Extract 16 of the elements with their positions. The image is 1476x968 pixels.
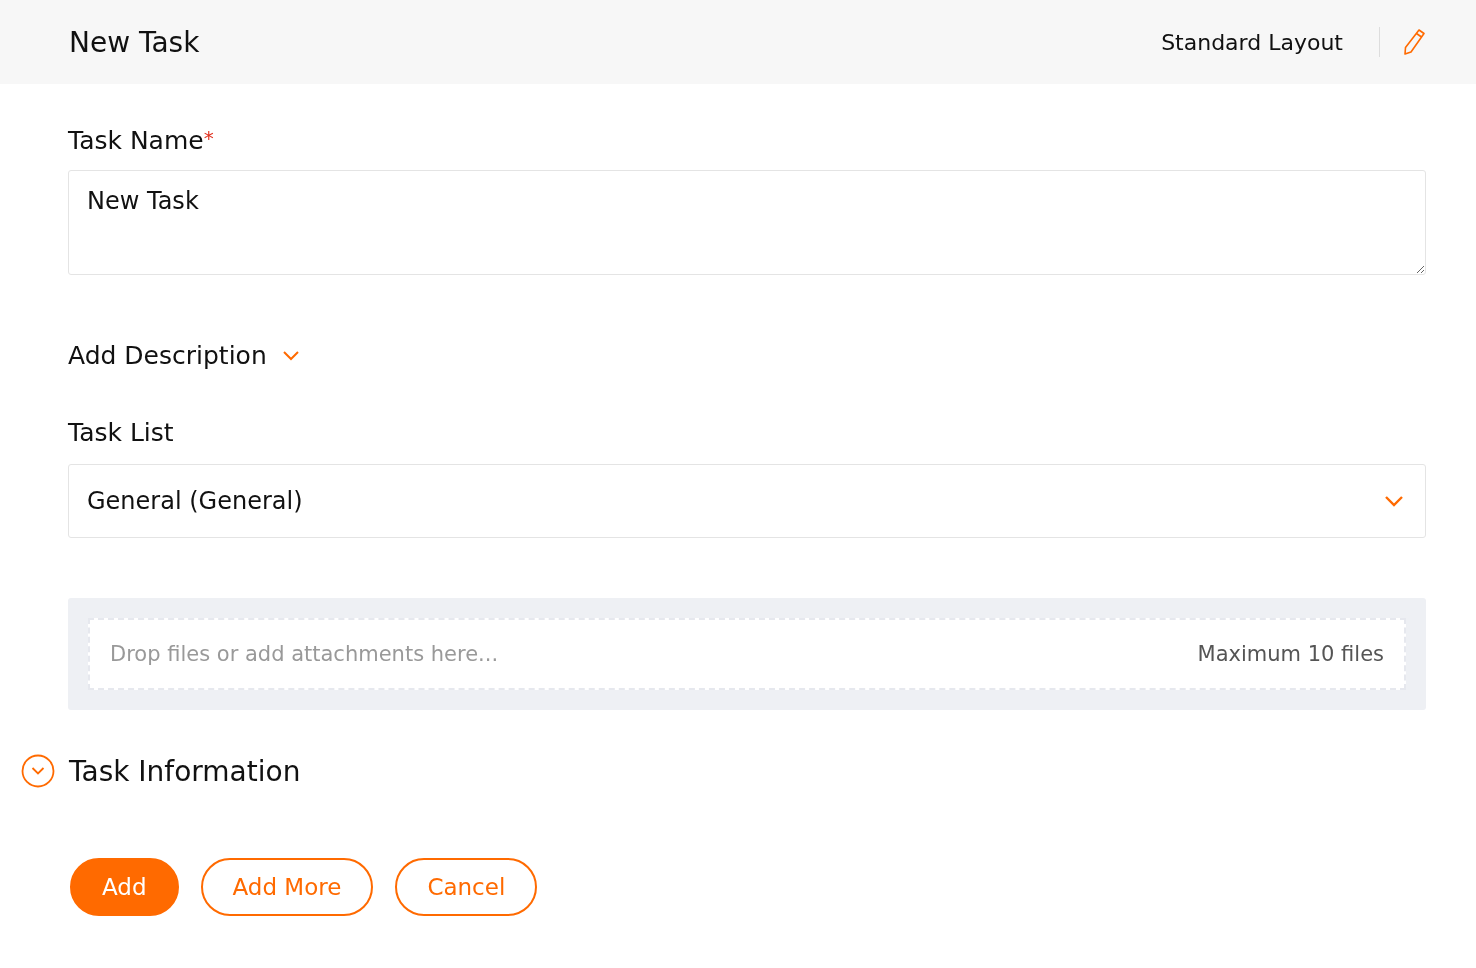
file-limit: Maximum 10 files [1197,642,1384,666]
field-label: Task List [68,418,175,449]
task-list-select[interactable]: General (General) [68,464,1426,538]
required-mark: * [203,126,214,150]
chevron-down-icon [1383,494,1405,508]
file-drop-zone[interactable]: Drop files or add attachments here... Maximum 10 files [88,618,1406,690]
chevron-down-icon [280,349,301,362]
collapse-icon[interactable] [21,754,55,788]
add-description-toggle[interactable]: Add Description [68,341,301,370]
drop-hint: Drop files or add attachments here... [110,642,499,666]
section-title: Task Information [69,754,301,788]
edit-icon[interactable] [1402,28,1426,56]
page-title: New Task [69,25,200,59]
field-label: Task Name* [68,126,215,157]
layout-name[interactable]: Standard Layout [1161,29,1343,55]
task-name-field[interactable]: New Task [68,170,1426,275]
